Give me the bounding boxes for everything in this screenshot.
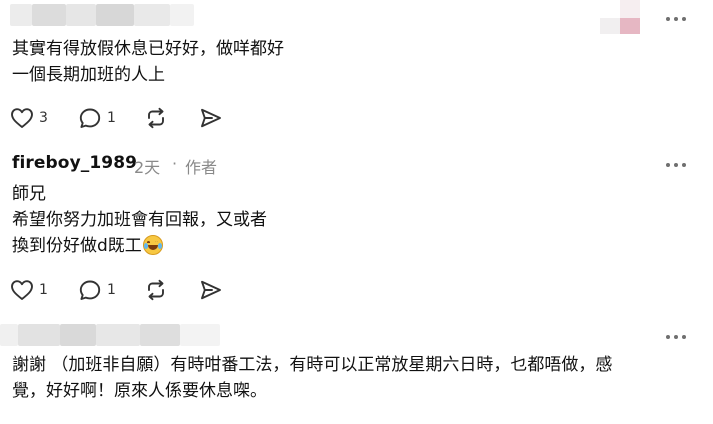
reply-button[interactable]: 1 bbox=[78, 107, 116, 129]
reply-count: 1 bbox=[107, 282, 116, 298]
comment-text-line: 覺，好好啊！原來人係要休息㗎。 bbox=[12, 381, 267, 401]
heart-icon bbox=[11, 108, 33, 128]
meta-separator: · bbox=[172, 154, 178, 173]
redacted-avatar bbox=[600, 0, 642, 36]
comment-text-line: 其實有得放假休息已好好，做咩都好 bbox=[12, 39, 284, 59]
share-icon bbox=[201, 108, 221, 128]
like-button[interactable]: 1 bbox=[10, 279, 48, 301]
repost-icon bbox=[148, 279, 164, 301]
repost-icon bbox=[148, 107, 164, 129]
comment-text: 換到份好做d既工 bbox=[12, 236, 142, 256]
comment-text-line: 一個長期加班的人上 bbox=[12, 65, 165, 85]
more-icon[interactable] bbox=[666, 330, 686, 344]
share-button[interactable] bbox=[199, 107, 223, 129]
heart-icon bbox=[11, 280, 33, 300]
redacted-username bbox=[0, 322, 230, 348]
repost-button[interactable] bbox=[144, 107, 168, 129]
share-button[interactable] bbox=[199, 279, 223, 301]
comment-text-line: 希望你努力加班會有回報，又或者 bbox=[12, 210, 267, 230]
comment-text-line: 謝謝 （加班非自願）有時咁番工法，有時可以正常放星期六日時，乜都唔做，感 bbox=[12, 355, 613, 375]
repost-button[interactable] bbox=[144, 279, 168, 301]
reply-count: 1 bbox=[107, 110, 116, 126]
more-icon[interactable] bbox=[666, 158, 686, 172]
like-button[interactable]: 3 bbox=[10, 107, 48, 129]
like-count: 1 bbox=[39, 282, 48, 298]
comment-text-line: 換到份好做d既工 bbox=[12, 234, 163, 258]
author-badge: 作者 bbox=[185, 158, 218, 177]
comment-text-line: 師兄 bbox=[12, 184, 46, 204]
reply-button[interactable]: 1 bbox=[78, 279, 116, 301]
share-icon bbox=[201, 280, 221, 300]
comment-icon bbox=[79, 108, 101, 128]
username[interactable]: fireboy_1989 bbox=[12, 153, 137, 173]
joy-emoji-icon bbox=[142, 235, 163, 255]
more-icon[interactable] bbox=[666, 12, 686, 26]
timestamp: 2天 bbox=[134, 158, 161, 177]
redacted-username bbox=[10, 0, 200, 26]
comment-icon bbox=[79, 280, 101, 300]
like-count: 3 bbox=[39, 110, 48, 126]
